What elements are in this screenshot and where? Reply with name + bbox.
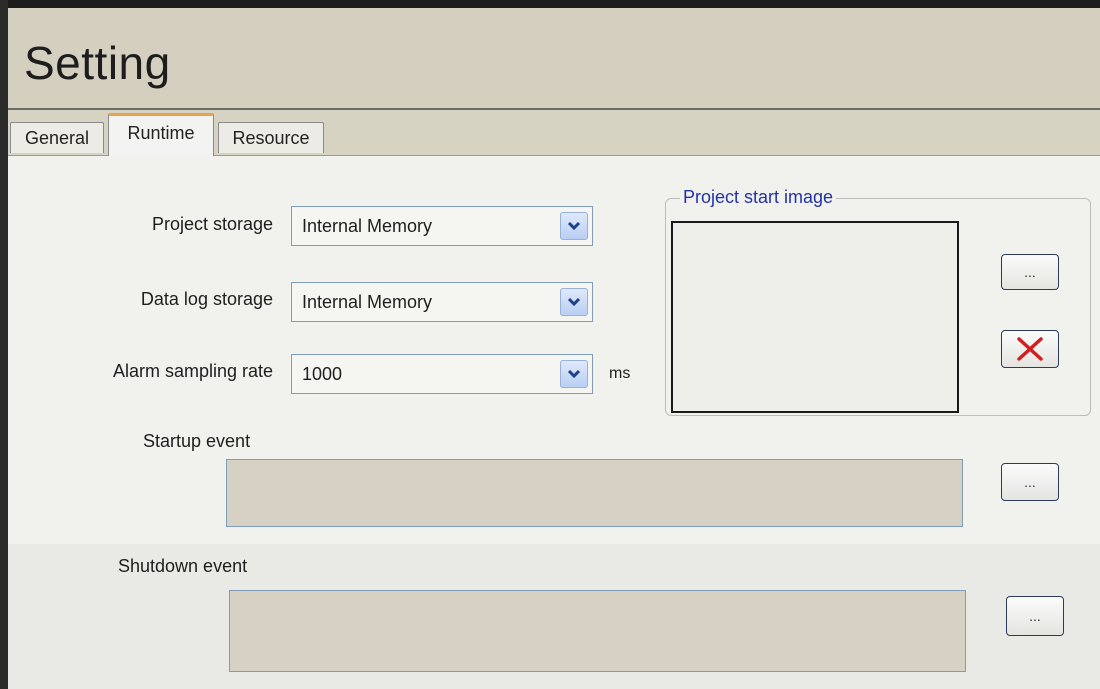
runtime-panel: Project storage Internal Memory Data log… <box>8 156 1100 689</box>
window-top-edge <box>0 0 1100 8</box>
shutdown-event-browse-button[interactable]: ... <box>1006 596 1064 636</box>
project-storage-select[interactable]: Internal Memory <box>291 206 593 246</box>
startup-event-browse-button[interactable]: ... <box>1001 463 1059 501</box>
project-storage-label: Project storage <box>151 214 273 234</box>
data-log-storage-label: Data log storage <box>140 289 273 309</box>
settings-window: Setting General Runtime Resource Project… <box>0 0 1100 689</box>
project-start-image-preview <box>671 221 959 413</box>
data-log-storage-select[interactable]: Internal Memory <box>291 282 593 322</box>
tab-runtime[interactable]: Runtime <box>108 113 214 158</box>
alarm-sampling-rate-unit: ms <box>609 365 631 382</box>
shutdown-event-field[interactable] <box>229 590 966 672</box>
shutdown-event-label: Shutdown event <box>118 556 248 576</box>
project-start-image-title: Project start image <box>680 187 837 208</box>
data-log-storage-value: Internal Memory <box>302 292 433 312</box>
tab-general[interactable]: General <box>10 122 104 153</box>
shutdown-event-browse-label: ... <box>1029 608 1041 624</box>
startup-event-label: Startup event <box>143 431 251 451</box>
tab-strip: General Runtime Resource <box>8 110 1100 158</box>
alarm-sampling-rate-value: 1000 <box>302 364 343 384</box>
tab-resource[interactable]: Resource <box>218 122 324 153</box>
page-title: Setting <box>24 37 171 89</box>
startup-event-field[interactable] <box>226 459 963 527</box>
red-x-icon <box>1017 337 1043 361</box>
browse-image-button-label: ... <box>1024 264 1036 280</box>
header: Setting <box>8 8 1100 110</box>
alarm-sampling-rate-label: Alarm sampling rate <box>112 361 273 381</box>
clear-image-button[interactable] <box>1001 330 1059 368</box>
startup-event-browse-label: ... <box>1024 474 1036 490</box>
alarm-sampling-rate-select[interactable]: 1000 <box>291 354 593 394</box>
chevron-down-icon[interactable] <box>560 212 588 240</box>
project-storage-value: Internal Memory <box>302 216 433 236</box>
window-left-edge <box>0 0 8 689</box>
browse-image-button[interactable]: ... <box>1001 254 1059 290</box>
chevron-down-icon[interactable] <box>560 288 588 316</box>
chevron-down-icon[interactable] <box>560 360 588 388</box>
